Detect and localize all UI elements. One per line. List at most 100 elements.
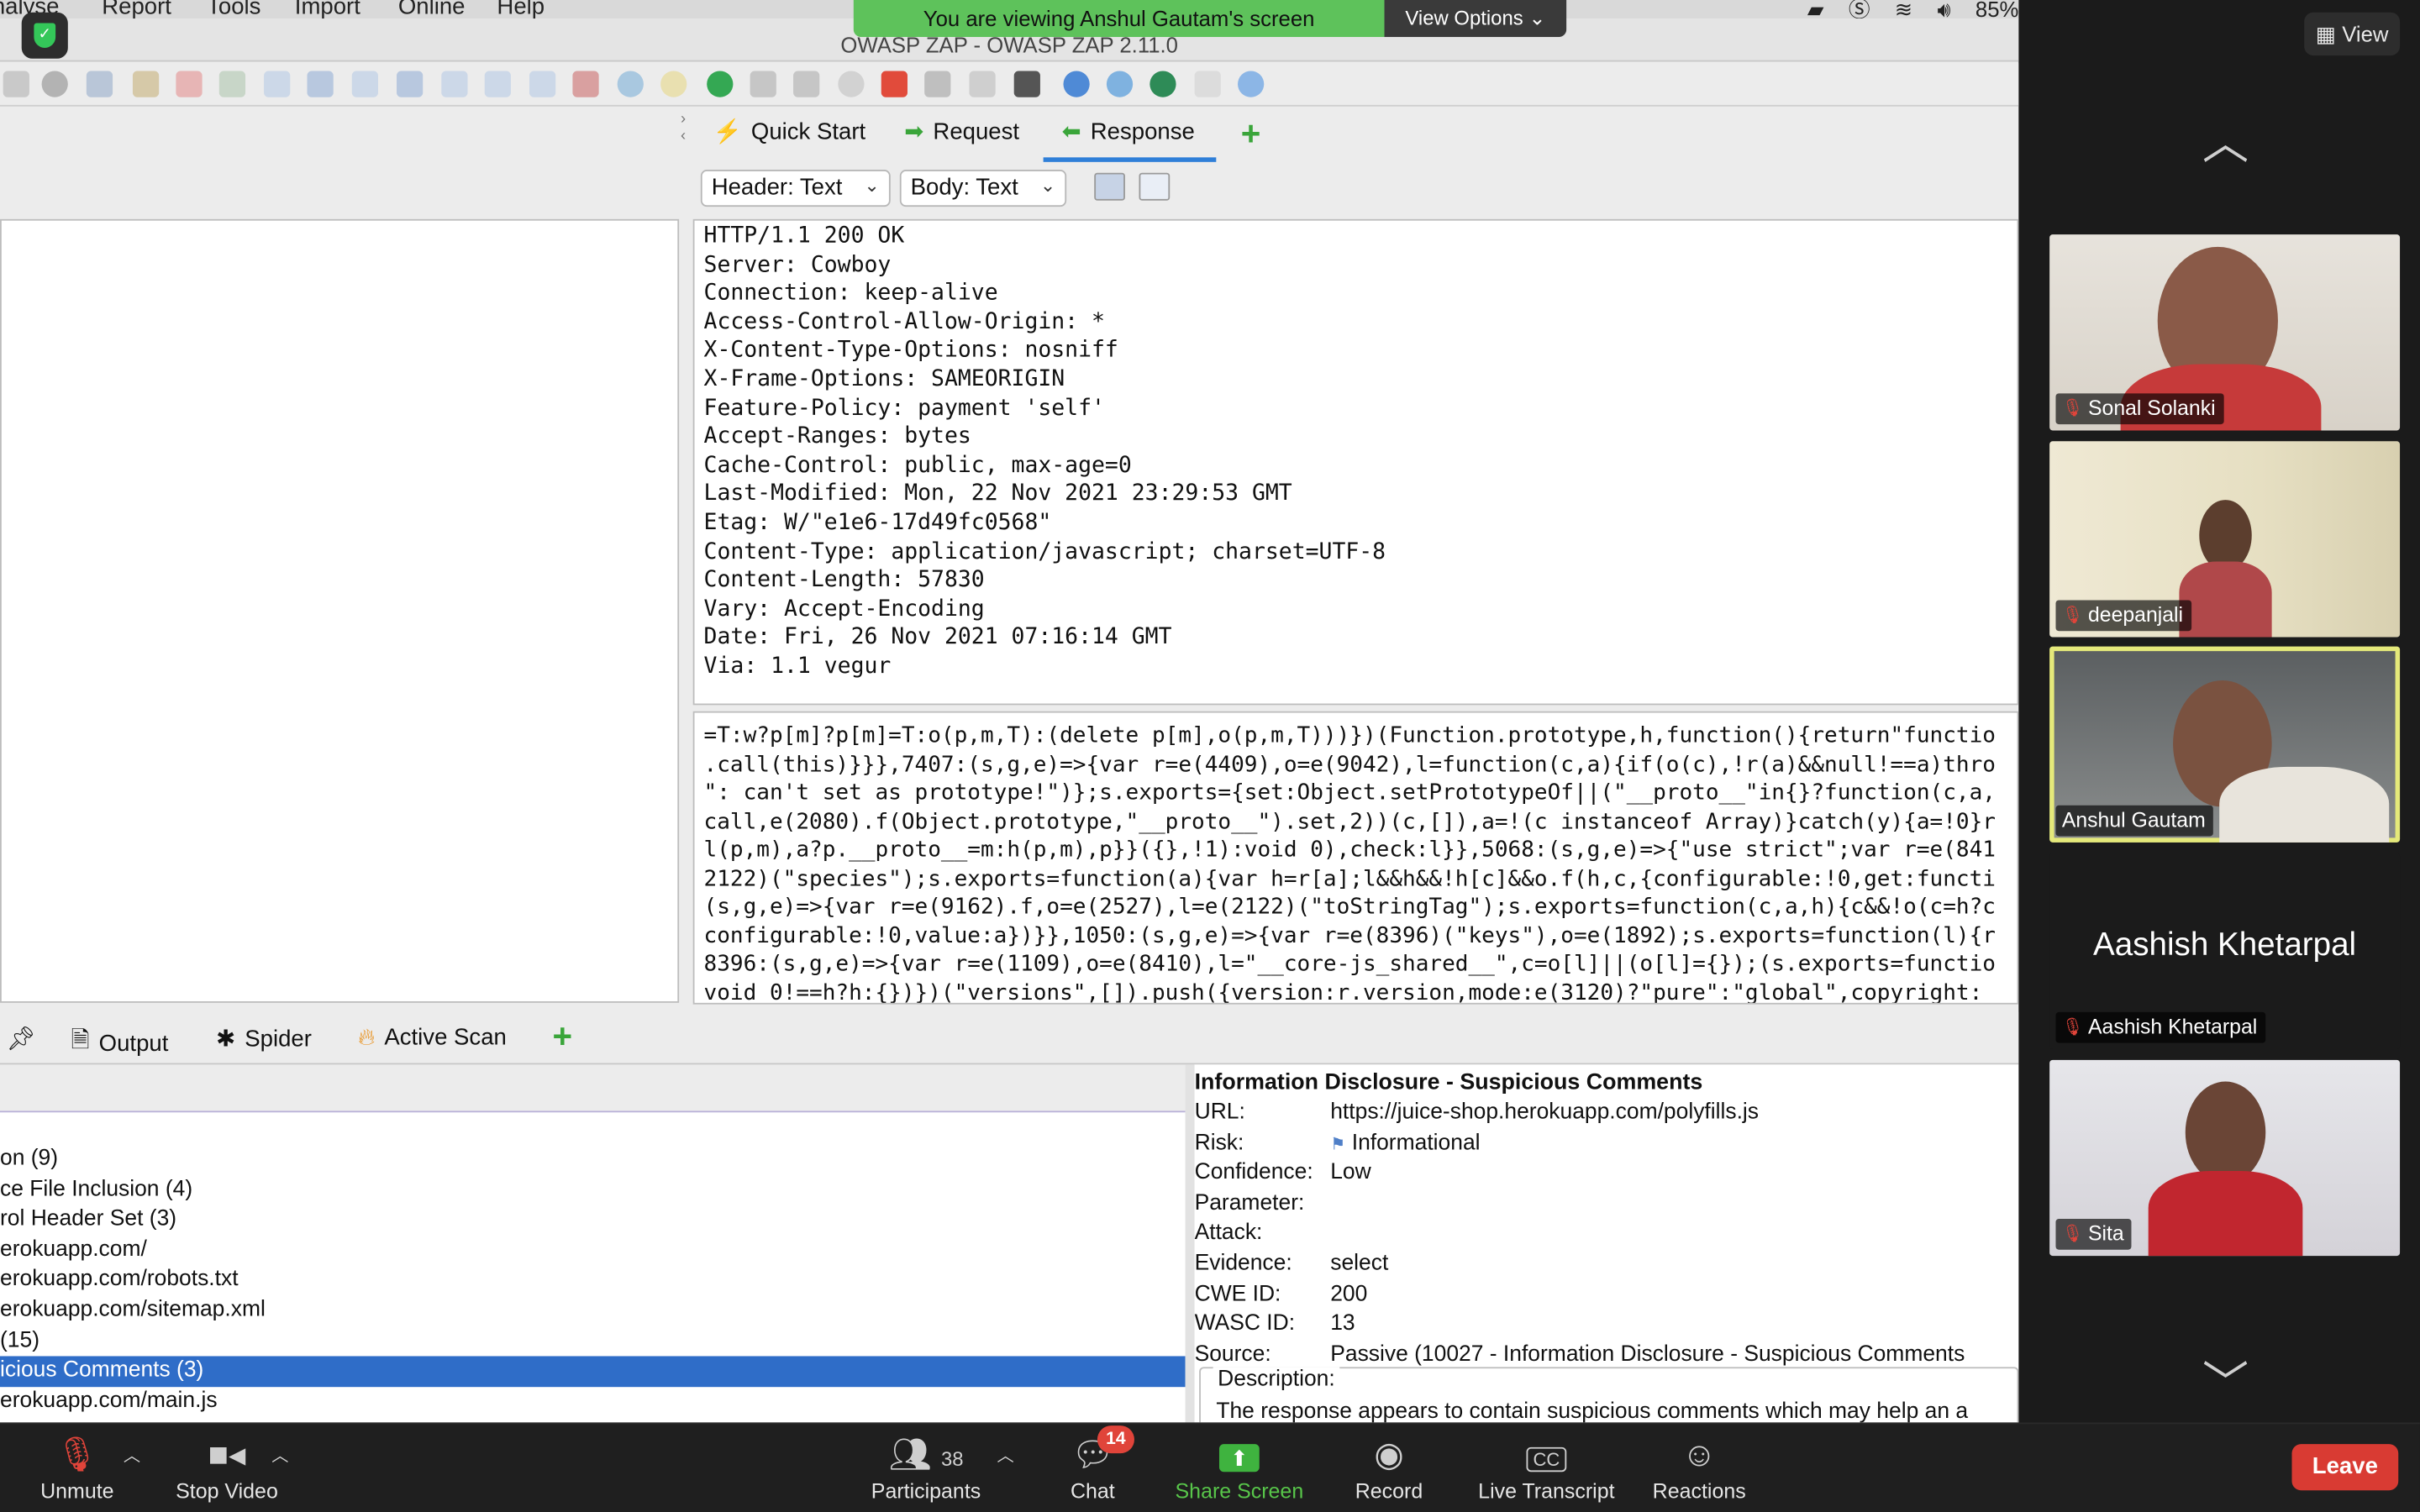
participants-button[interactable]: 👥︎ 38 Participants: [858, 1433, 994, 1503]
header-line: Feature-Policy: payment 'self': [703, 396, 1105, 421]
participant-name-tag: 🎙︎ Aashish Khetarpal: [2055, 1011, 2265, 1043]
chevron-up-icon[interactable]: ︿: [271, 1442, 288, 1467]
live-transcript-button[interactable]: CC Live Transcript: [1470, 1433, 1624, 1503]
refresh-icon[interactable]: [617, 71, 644, 97]
chevron-up-icon[interactable]: ︿: [2195, 105, 2256, 173]
participant-tile[interactable]: Aashish Khetarpal 🎙︎ Aashish Khetarpal: [2049, 853, 2401, 1049]
tree-row[interactable]: erokuapp.com/: [0, 1236, 1186, 1266]
layout-4-icon[interactable]: [397, 71, 424, 97]
body-line: (s,g,e)=>{var r=e(9162).f,o=e(2527),l=e(…: [703, 895, 1996, 920]
gear-icon[interactable]: [41, 71, 68, 97]
pin-icon[interactable]: 📌︎: [6, 1025, 35, 1052]
response-body-pane[interactable]: =T:w?p[m]?p[m]=T:o(p,m,T):(delete p[m],o…: [692, 711, 2019, 1005]
tab-request[interactable]: ➡ Request: [904, 118, 1019, 145]
zoom-security-shield-icon[interactable]: ✓: [21, 12, 68, 59]
tree-row[interactable]: erokuapp.com/main.js: [0, 1387, 1186, 1417]
participant-tile-active-speaker[interactable]: Anshul Gautam: [2049, 646, 2401, 843]
record-button[interactable]: ◉ Record: [1346, 1433, 1433, 1503]
response-header-pane[interactable]: HTTP/1.1 200 OK Server: Cowboy Connectio…: [692, 218, 2019, 706]
toolbar-doc-icon[interactable]: [3, 71, 29, 97]
layout-2-icon[interactable]: [307, 71, 334, 97]
break-cross-icon[interactable]: [881, 71, 908, 97]
snapshot-icon[interactable]: [218, 71, 246, 97]
hud-icon[interactable]: [1106, 71, 1134, 97]
description-label: Description:: [1213, 1367, 1340, 1392]
tab-quick-start[interactable]: ⚡ Quick Start: [713, 118, 866, 145]
alert-source: Passive (10027 - Information Disclosure …: [1330, 1341, 1965, 1368]
lightbulb-icon[interactable]: [660, 71, 687, 97]
reactions-button[interactable]: ☺︎ Reactions: [1645, 1433, 1754, 1503]
layout-1-icon[interactable]: [264, 71, 291, 97]
menu-tools[interactable]: Tools: [207, 0, 260, 20]
view-options-button[interactable]: View Options ⌄: [1384, 0, 1567, 38]
keypad-icon[interactable]: [924, 71, 951, 97]
layout-6-icon[interactable]: [484, 71, 511, 97]
layout-3-icon[interactable]: [351, 71, 378, 97]
participant-video: [2219, 766, 2390, 843]
menu-online[interactable]: Online: [398, 0, 466, 20]
alert-url[interactable]: https://juice-shop.herokuapp.com/polyfil…: [1330, 1100, 1759, 1125]
step-icon[interactable]: [750, 71, 776, 97]
menu-report[interactable]: Report: [102, 0, 171, 20]
layout-5-icon[interactable]: [441, 71, 468, 97]
field-label: Confidence:: [1194, 1160, 1313, 1185]
split-vertical-icon[interactable]: [1094, 172, 1125, 201]
participant-tile[interactable]: 🎙︎ Sita: [2049, 1059, 2401, 1257]
mic-off-icon: 🎙︎: [2061, 399, 2084, 418]
layout-7-icon[interactable]: [529, 71, 556, 97]
export-icon[interactable]: [132, 71, 160, 97]
header-line: X-Content-Type-Options: nosniff: [703, 338, 1118, 364]
delete-icon[interactable]: [176, 71, 203, 97]
session-icon[interactable]: [86, 71, 113, 97]
body-format-select[interactable]: Body: Text ⌄: [899, 170, 1067, 207]
header-line: Cache-Control: public, max-age=0: [703, 453, 1132, 478]
share-screen-button[interactable]: ⬆ Share Screen: [1170, 1433, 1308, 1503]
tab-response[interactable]: ⬅ Response: [1062, 118, 1195, 145]
mic-off-icon: 🎙︎: [2061, 606, 2084, 625]
chevron-down-icon[interactable]: ﹀: [2195, 1346, 2256, 1414]
notes-icon[interactable]: [1194, 71, 1221, 97]
terminal-icon[interactable]: [1013, 71, 1040, 97]
tree-row[interactable]: on (9): [0, 1145, 1186, 1175]
tree-row[interactable]: rol Header Set (3): [0, 1205, 1186, 1235]
unmute-button[interactable]: 🎙︎ Unmute: [31, 1433, 124, 1503]
chevron-up-icon[interactable]: ︿: [997, 1442, 1014, 1467]
tree-row-selected[interactable]: icious Comments (3): [0, 1356, 1186, 1387]
chevron-up-icon[interactable]: ︿: [124, 1442, 140, 1467]
tree-row[interactable]: ce File Inclusion (4): [0, 1176, 1186, 1206]
tab-active-scan[interactable]: 🔥︎ Active Scan: [358, 1025, 507, 1051]
addon-icon[interactable]: [572, 71, 599, 97]
header-format-select[interactable]: Header: Text ⌄: [700, 170, 891, 207]
split-horizontal-icon[interactable]: [1139, 172, 1171, 201]
add-tab-plus-icon[interactable]: +: [1241, 114, 1261, 155]
participant-tile[interactable]: 🎙︎ Sonal Solanki: [2049, 234, 2401, 431]
flag-icon: ⚑: [1330, 1135, 1346, 1154]
closed-caption-icon: CC: [1470, 1433, 1624, 1476]
pane-divider[interactable]: [1185, 1064, 1195, 1423]
menu-import[interactable]: Import: [295, 0, 360, 20]
sites-tree-pane[interactable]: [0, 218, 680, 1003]
tab-output[interactable]: 🗎 Output: [71, 1025, 168, 1063]
tree-row[interactable]: erokuapp.com/robots.txt: [0, 1265, 1186, 1295]
collapse-arrows-icon[interactable]: › ‹: [681, 111, 686, 144]
spider-icon: ✱: [216, 1026, 236, 1053]
tree-row[interactable]: (15): [0, 1327, 1186, 1357]
browser-icon[interactable]: [1238, 71, 1265, 97]
menu-help[interactable]: Help: [497, 0, 544, 20]
leave-button[interactable]: Leave: [2291, 1444, 2399, 1491]
alerts-tree[interactable]: on (9) ce File Inclusion (4) rol Header …: [0, 1110, 1186, 1423]
add-tab-plus-icon[interactable]: +: [553, 1016, 573, 1057]
help-icon[interactable]: [1063, 71, 1090, 97]
record-icon[interactable]: [1150, 71, 1176, 97]
participant-tile[interactable]: 🎙︎ deepanjali: [2049, 441, 2401, 638]
tree-icon[interactable]: [969, 71, 996, 97]
alert-cwe-id: 200: [1330, 1282, 1368, 1307]
play-circle-icon[interactable]: [707, 71, 734, 97]
stop-icon[interactable]: [838, 71, 865, 97]
participant-video: [2199, 500, 2252, 571]
continue-icon[interactable]: [793, 71, 820, 97]
header-line: Content-Type: application/javascript; ch…: [703, 538, 1386, 564]
tree-row[interactable]: erokuapp.com/sitemap.xml: [0, 1296, 1186, 1326]
tab-spider[interactable]: ✱ Spider: [216, 1025, 312, 1053]
view-button[interactable]: ▦ View: [2304, 12, 2401, 56]
